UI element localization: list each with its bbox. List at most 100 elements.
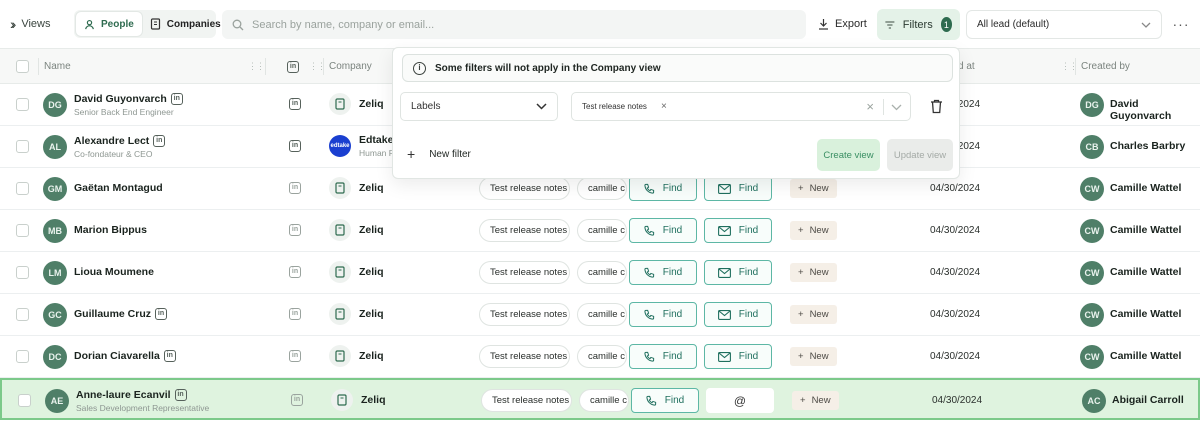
row-checkbox[interactable] [18,394,31,407]
status-tag[interactable]: + New [790,221,837,240]
column-company[interactable]: Company [329,49,372,84]
find-email-button[interactable]: Find [704,344,772,369]
clear-icon[interactable]: × [866,99,874,114]
row-checkbox[interactable] [16,266,29,279]
tab-companies[interactable]: Companies [142,12,229,36]
find-phone-button[interactable]: Find [629,218,697,243]
company-name[interactable]: Zeliq [359,308,384,320]
row-checkbox[interactable] [16,98,29,111]
owner-pill[interactable]: camille c [577,303,627,326]
person-name[interactable]: Marion Bippus [74,224,147,236]
table-row[interactable]: LM Lioua Moumene in Zeliq Test release notes… [0,252,1200,294]
linkedin-icon[interactable]: in [289,140,301,152]
owner-pill[interactable]: camille c [577,219,627,242]
company-name[interactable]: Zeliq [359,350,384,362]
label-pill[interactable]: Test release notes [479,261,570,284]
company-name[interactable]: Zeliq [359,182,384,194]
find-phone-button[interactable]: Find [631,388,699,413]
status-tag[interactable]: + New [790,305,837,324]
person-name[interactable]: Lioua Moumene [74,266,154,278]
update-view-button[interactable]: Update view [887,139,953,171]
owner-pill[interactable]: camille c [579,389,629,412]
column-created-by[interactable]: Created by [1081,49,1130,84]
search-input[interactable]: Search by name, company or email... [222,10,806,39]
filters-button[interactable]: Filters 1 [877,9,960,40]
column-name[interactable]: Name [44,49,71,84]
linkedin-icon[interactable]: in [291,394,303,406]
creator-name[interactable]: Camille Wattel [1110,308,1181,320]
owner-pill[interactable]: camille c [577,261,627,284]
delete-filter-button[interactable] [928,97,944,115]
table-row[interactable]: GC Guillaume Cruz in in Zeliq Test release no… [0,294,1200,336]
row-checkbox[interactable] [16,308,29,321]
creator-name[interactable]: David Guyonvarch [1110,98,1200,122]
more-options-icon[interactable]: ··· [1170,14,1192,34]
chevron-down-icon[interactable] [891,100,902,114]
person-name[interactable]: Gaëtan Montagud [74,182,163,194]
creator-name[interactable]: Camille Wattel [1110,266,1181,278]
linkedin-icon[interactable]: in [289,308,301,320]
creator-name[interactable]: Abigail Carroll [1112,394,1184,406]
linkedin-icon[interactable]: in [289,182,301,194]
company-name[interactable]: Zeliq [359,224,384,236]
linkedin-icon[interactable]: in [174,389,187,401]
label-pill[interactable]: Test release notes [479,177,570,200]
table-row[interactable]: DC Dorian Ciavarella in in Zeliq Test release… [0,336,1200,378]
email-loading[interactable]: @ [706,388,774,413]
find-email-button[interactable]: Find [704,218,772,243]
column-linkedin[interactable]: in [287,49,299,84]
label-pill[interactable]: Test release notes [479,219,570,242]
table-row[interactable]: AE Anne-laure Ecanvil in Sales Development … [0,378,1200,420]
find-phone-button[interactable]: Find [629,302,697,327]
views-toggle[interactable]: ›› Views [10,14,50,34]
person-name[interactable]: Dorian Ciavarella [74,350,160,362]
linkedin-icon[interactable]: in [155,308,168,320]
linkedin-icon[interactable]: in [289,224,301,236]
export-button[interactable]: Export [818,14,867,34]
company-name[interactable]: Zeliq [359,266,384,278]
filter-field-select[interactable]: Labels [400,92,558,121]
label-pill[interactable]: Test release notes [479,345,570,368]
linkedin-icon[interactable]: in [170,93,183,105]
find-phone-button[interactable]: Find [629,260,697,285]
tab-people[interactable]: People [76,12,142,36]
drag-handle-icon[interactable]: ⋮⋮ [248,49,265,84]
find-phone-button[interactable]: Find [629,344,697,369]
owner-pill[interactable]: camille c [577,345,627,368]
status-tag[interactable]: + New [792,391,839,410]
linkedin-icon[interactable]: in [163,350,176,362]
lead-view-select[interactable]: All lead (default) [966,10,1162,39]
select-all-checkbox[interactable] [16,49,29,84]
person-name[interactable]: Anne-laure Ecanvil [76,389,171,401]
status-tag[interactable]: + New [790,347,837,366]
status-tag[interactable]: + New [790,179,837,198]
find-phone-button[interactable]: Find [629,176,697,201]
label-pill[interactable]: Test release notes [479,303,570,326]
linkedin-icon[interactable]: in [289,98,301,110]
filter-value-select[interactable]: Test release notes × × [571,92,911,121]
creator-name[interactable]: Charles Barbry [1110,140,1185,152]
linkedin-icon[interactable]: in [153,135,166,147]
creator-name[interactable]: Camille Wattel [1110,224,1181,236]
row-checkbox[interactable] [16,350,29,363]
company-name[interactable]: Edtake [359,134,393,146]
new-filter-button[interactable]: + New filter [407,146,471,162]
status-tag[interactable]: + New [790,263,837,282]
column-created-at[interactable]: d at [958,49,975,84]
person-name[interactable]: Guillaume Cruz [74,308,151,320]
row-checkbox[interactable] [16,224,29,237]
company-name[interactable]: Zeliq [361,394,386,406]
row-checkbox[interactable] [16,140,29,153]
creator-name[interactable]: Camille Wattel [1110,350,1181,362]
linkedin-icon[interactable]: in [289,350,301,362]
person-name[interactable]: David Guyonvarch [74,93,167,105]
create-view-button[interactable]: Create view [817,139,880,171]
remove-tag-icon[interactable]: × [661,101,667,112]
find-email-button[interactable]: Find [704,302,772,327]
creator-name[interactable]: Camille Wattel [1110,182,1181,194]
owner-pill[interactable]: camille c [577,177,627,200]
person-name[interactable]: Alexandre Lect [74,135,149,147]
row-checkbox[interactable] [16,182,29,195]
find-email-button[interactable]: Find [704,176,772,201]
company-name[interactable]: Zeliq [359,98,384,110]
